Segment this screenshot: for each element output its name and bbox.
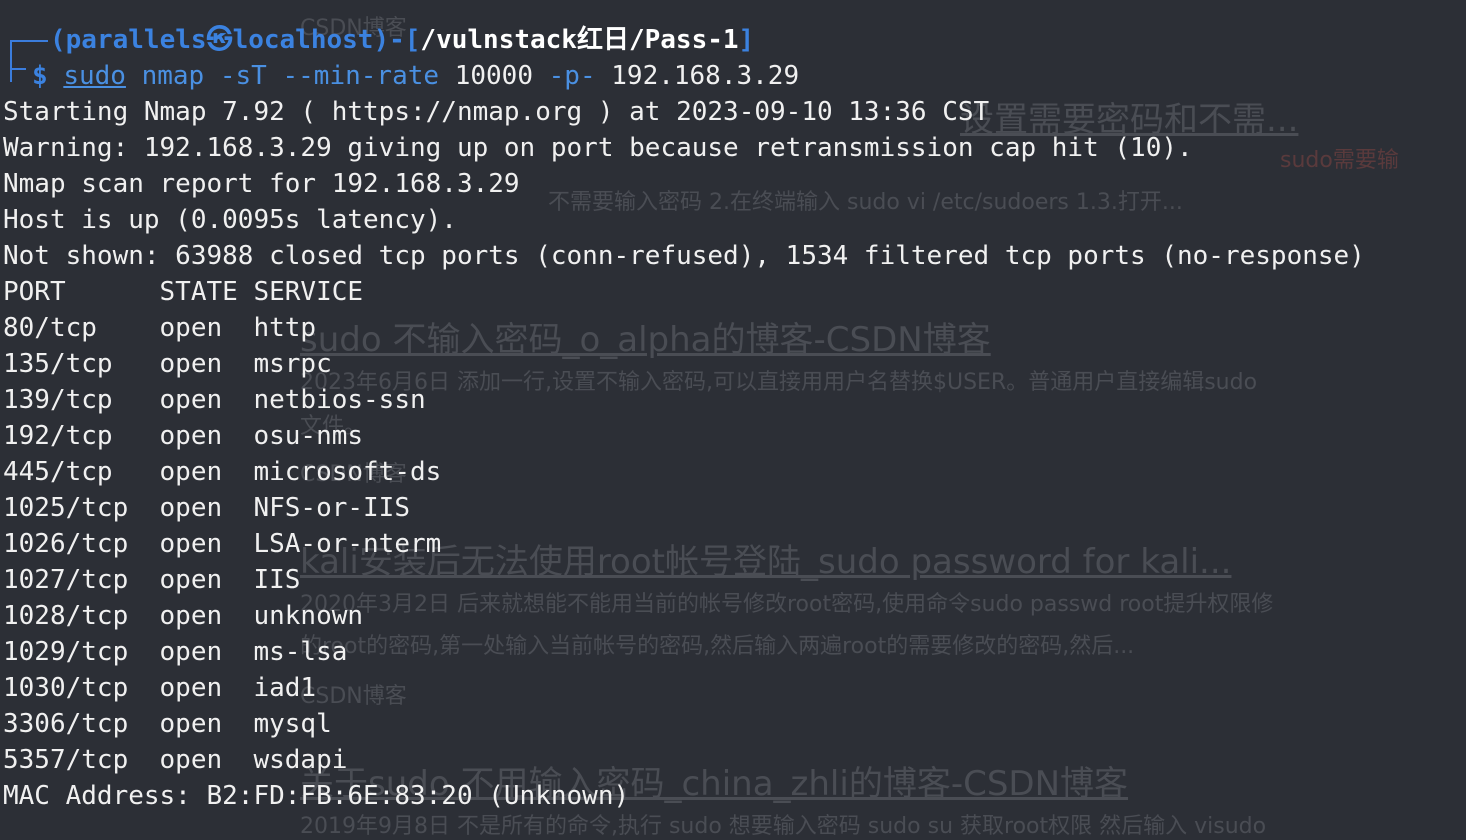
prompt-user: parallels — [65, 25, 207, 55]
command-flag-min-rate: --min-rate — [282, 61, 440, 91]
output-warning: Warning: 192.168.3.29 giving up on port … — [3, 133, 1193, 163]
port-row: 445/tcp open microsoft-ds — [3, 457, 442, 487]
prompt-line: (parallels㉿localhost)-[/vulnstack红日/Pass… — [50, 25, 755, 55]
output-starting: Starting Nmap 7.92 ( https://nmap.org ) … — [3, 97, 990, 127]
prompt-dollar: $ — [32, 61, 48, 91]
command-nmap: nmap — [141, 61, 205, 91]
command-target: 192.168.3.29 — [611, 61, 800, 91]
output-not-shown: Not shown: 63988 closed tcp ports (conn-… — [3, 241, 1365, 271]
port-row: 1025/tcp open NFS-or-IIS — [3, 493, 410, 523]
prompt-host: localhost — [232, 25, 374, 55]
output-mac-address: MAC Address: B2:FD:FB:6E:83:20 (Unknown) — [3, 781, 630, 811]
port-row: 1026/tcp open LSA-or-nterm — [3, 529, 442, 559]
command-line[interactable]: $ sudo nmap -sT --min-rate 10000 -p- 192… — [32, 58, 799, 94]
port-row: 192/tcp open osu-nms — [3, 421, 364, 451]
output-report: Nmap scan report for 192.168.3.29 — [3, 169, 520, 199]
port-row: 1027/tcp open IIS — [3, 565, 301, 595]
command-flag-st: -sT — [219, 61, 267, 91]
port-row: 1029/tcp open ms-lsa — [3, 637, 348, 667]
port-table-header: PORT STATE SERVICE — [3, 277, 364, 307]
command-flag-p: -p- — [548, 61, 596, 91]
port-row: 139/tcp open netbios-ssn — [3, 385, 426, 415]
port-row: 5357/tcp open wsdapi — [3, 745, 348, 775]
prompt-path: /vulnstack红日/Pass-1 — [420, 25, 739, 55]
port-row: 80/tcp open http — [3, 313, 317, 343]
command-rate: 10000 — [454, 61, 533, 91]
prompt-corner-bottom — [10, 68, 26, 70]
command-sudo: sudo — [63, 61, 126, 91]
port-row: 1030/tcp open iad1 — [3, 673, 317, 703]
output-host-up: Host is up (0.0095s latency). — [3, 205, 457, 235]
prompt-at-icon: ㉿ — [206, 25, 233, 55]
port-row: 3306/tcp open mysql — [3, 709, 332, 739]
terminal-window[interactable]: (parallels㉿localhost)-[/vulnstack红日/Pass… — [0, 0, 1466, 836]
port-row: 135/tcp open msrpc — [3, 349, 332, 379]
port-row: 1028/tcp open unknown — [3, 601, 364, 631]
